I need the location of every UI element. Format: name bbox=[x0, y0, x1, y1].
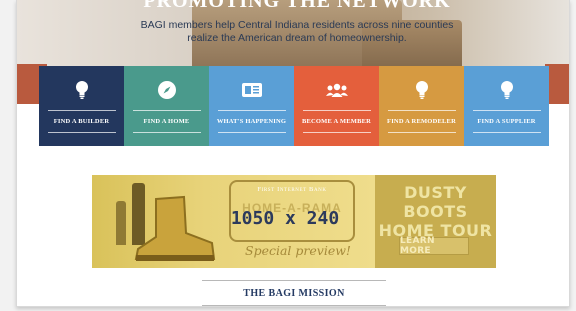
tile-divider bbox=[387, 110, 456, 111]
boot-image bbox=[134, 195, 216, 261]
tile-label: FIND A SUPPLIER bbox=[477, 118, 536, 125]
dusty-boots-title: DUSTY BOOTS HOME TOUR bbox=[375, 183, 496, 240]
special-preview-text: Special preview! bbox=[245, 243, 351, 258]
quick-links: FIND A BUILDER FIND A HOME WHAT'S HAPPEN… bbox=[39, 66, 549, 146]
compass-icon bbox=[157, 79, 177, 101]
hero-title: PROMOTING THE NETWORK bbox=[143, 0, 451, 12]
lightbulb-icon bbox=[500, 79, 514, 101]
page-frame: PROMOTING THE NETWORK BAGI members help … bbox=[16, 0, 570, 307]
tile-divider bbox=[302, 132, 371, 133]
tile-divider bbox=[387, 132, 456, 133]
tile-divider bbox=[47, 132, 116, 133]
tile-divider bbox=[217, 110, 286, 111]
tile-divider bbox=[472, 132, 541, 133]
tile-whats-happening[interactable]: WHAT'S HAPPENING bbox=[209, 66, 294, 146]
newspaper-icon bbox=[241, 79, 263, 101]
tile-become-a-member[interactable]: BECOME A MEMBER bbox=[294, 66, 379, 146]
lightbulb-icon bbox=[415, 79, 429, 101]
tile-divider bbox=[132, 132, 201, 133]
tile-find-a-home[interactable]: FIND A HOME bbox=[124, 66, 209, 146]
tile-divider bbox=[217, 132, 286, 133]
tile-divider bbox=[132, 110, 201, 111]
learn-more-button[interactable]: LEARN MORE bbox=[399, 236, 469, 256]
tile-find-a-remodeler[interactable]: FIND A REMODELER bbox=[379, 66, 464, 146]
tile-find-a-builder[interactable]: FIND A BUILDER bbox=[39, 66, 124, 146]
dusty-boots-line-1: DUSTY BOOTS bbox=[403, 183, 468, 221]
tile-divider bbox=[472, 110, 541, 111]
ad-dimensions-text: 1050 x 240 bbox=[230, 208, 340, 229]
tile-label: BECOME A MEMBER bbox=[301, 118, 372, 125]
tile-divider bbox=[47, 110, 116, 111]
hero-intro-text: BAGI members help Central Indiana reside… bbox=[140, 19, 454, 44]
tile-find-a-supplier[interactable]: FIND A SUPPLIER bbox=[464, 66, 549, 146]
tile-label: FIND A REMODELER bbox=[387, 118, 456, 125]
group-icon bbox=[325, 79, 349, 101]
bottle-image bbox=[116, 201, 126, 245]
tile-label: WHAT'S HAPPENING bbox=[216, 118, 287, 125]
tile-label: FIND A HOME bbox=[143, 118, 190, 125]
bank-logo-text: First Internet Bank bbox=[257, 186, 327, 193]
tile-label: FIND A BUILDER bbox=[53, 118, 110, 125]
mission-heading: THE BAGI MISSION bbox=[202, 280, 386, 306]
home-a-rama-banner-ad[interactable]: First Internet Bank HOME-A-RAMA 1050 x 2… bbox=[92, 175, 496, 268]
tile-divider bbox=[302, 110, 371, 111]
lightbulb-icon bbox=[75, 79, 89, 101]
